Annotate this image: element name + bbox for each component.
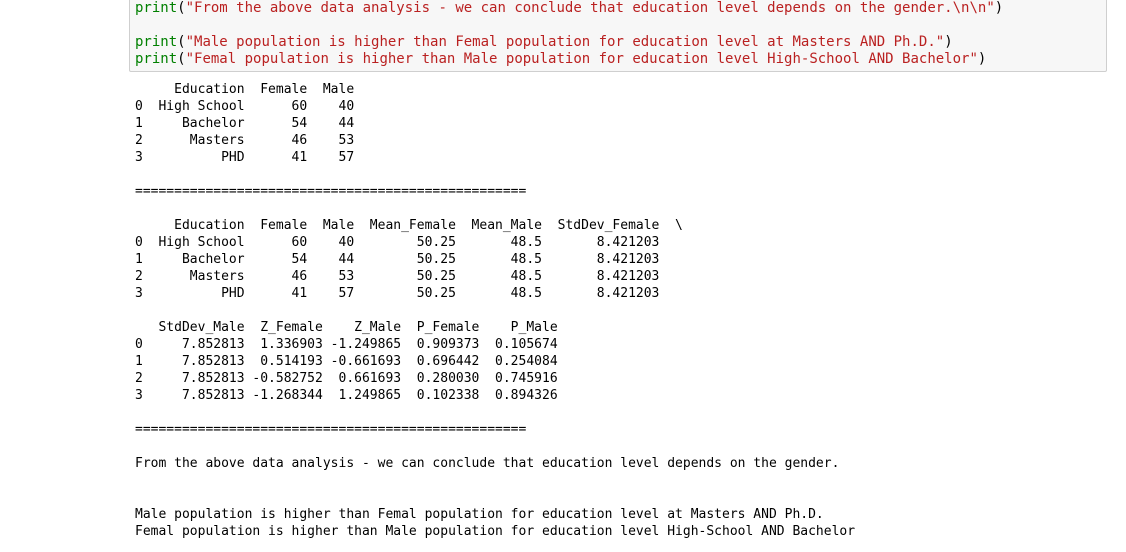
string-literal: "From the above data analysis - we can c… <box>185 0 995 16</box>
print-keyword: print <box>135 0 178 16</box>
output-separator: ========================================… <box>135 184 527 199</box>
output-finding-female: Femal population is higher than Male pop… <box>135 524 856 539</box>
code-line-2[interactable]: print("Male population is higher than Fe… <box>135 34 953 51</box>
output-table-education: Education Female Male 0 High School 60 4… <box>135 82 355 165</box>
output-separator: ========================================… <box>135 422 527 437</box>
output-finding-male: Male population is higher than Femal pop… <box>135 507 824 522</box>
string-literal: "Femal population is higher than Male po… <box>185 51 978 67</box>
code-line-3[interactable]: print("Femal population is higher than M… <box>135 51 986 68</box>
print-keyword: print <box>135 34 178 50</box>
string-literal: "Male population is higher than Femal po… <box>185 34 945 50</box>
output-table-stats-part1: Education Female Male Mean_Female Mean_M… <box>135 218 683 301</box>
output-conclusion: From the above data analysis - we can co… <box>135 456 840 471</box>
code-line-1[interactable]: print("From the above data analysis - we… <box>135 0 1003 17</box>
output-table-stats-part2: StdDev_Male Z_Female Z_Male P_Female P_M… <box>135 320 558 403</box>
print-keyword: print <box>135 51 178 67</box>
